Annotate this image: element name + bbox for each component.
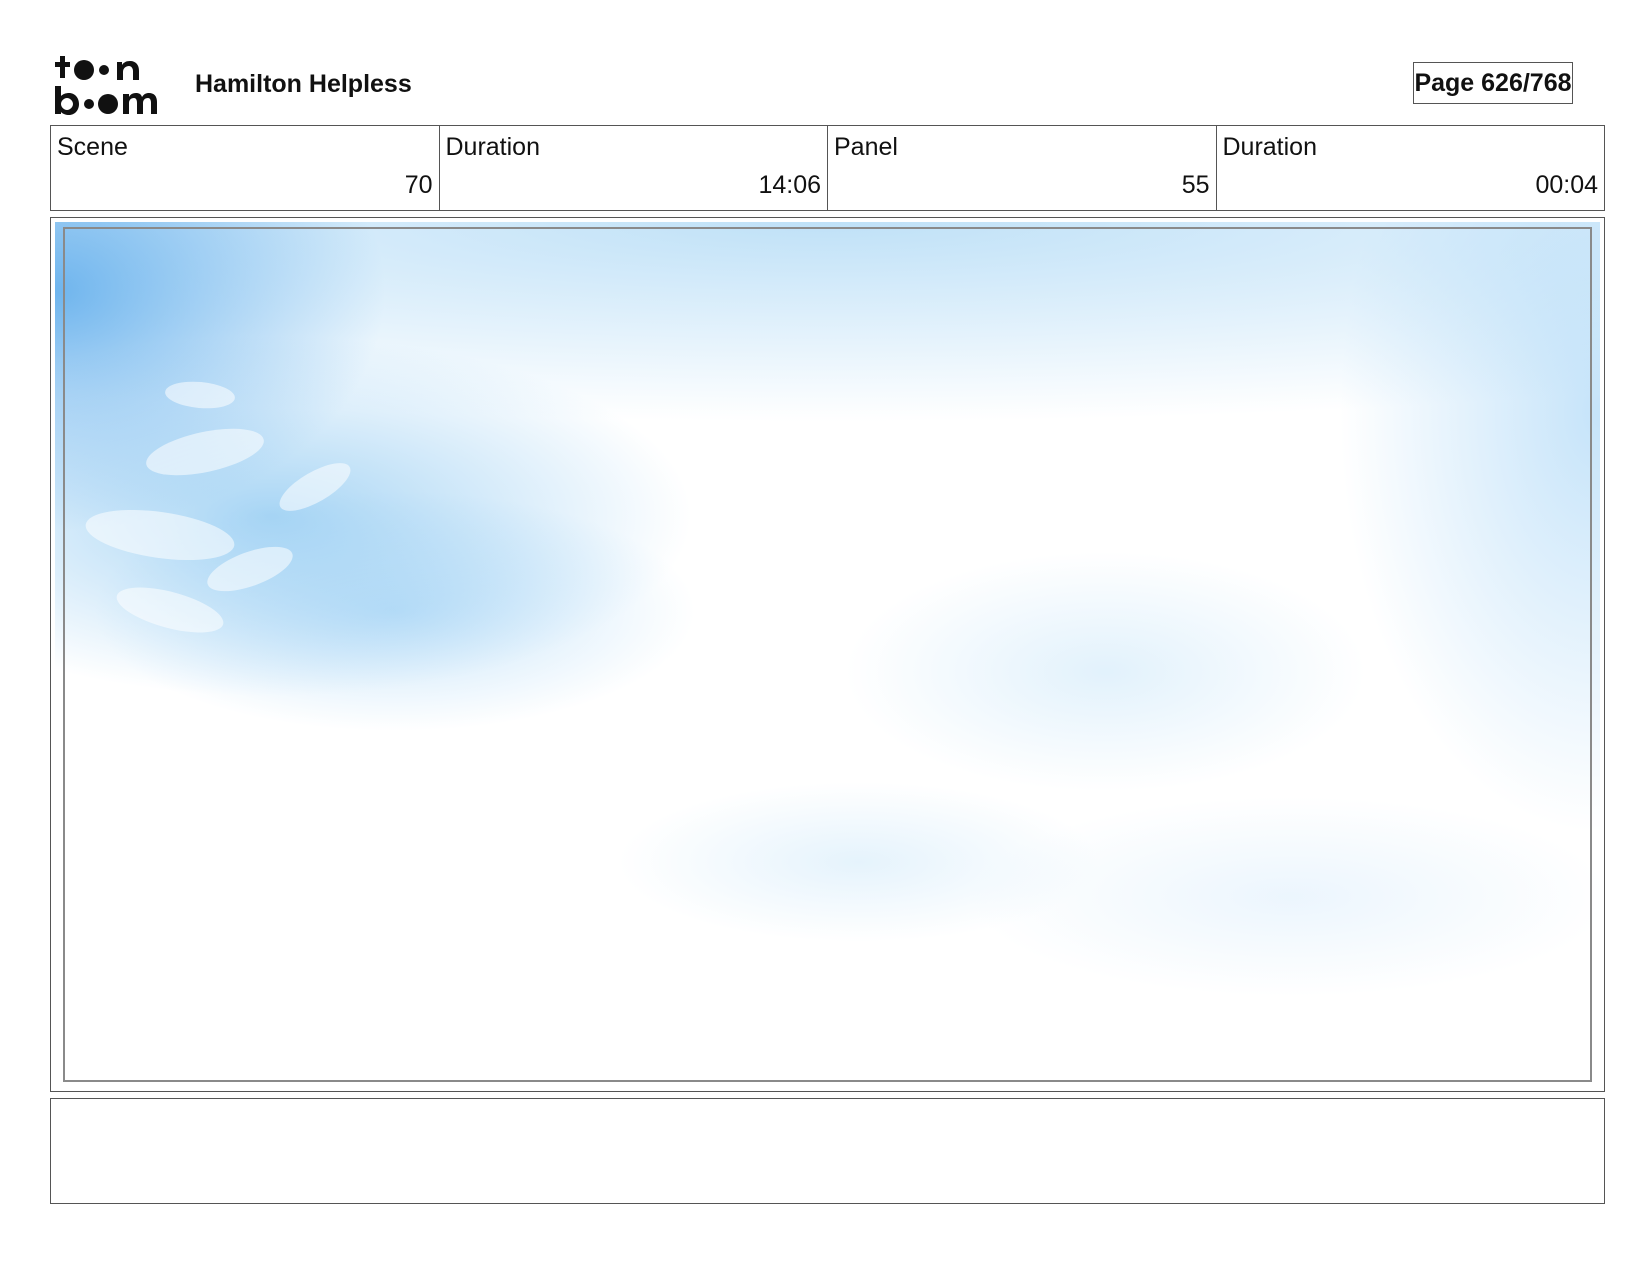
- leaf-shape: [82, 501, 238, 569]
- page-indicator: Page 626/768: [1413, 62, 1573, 104]
- panel-duration-value: 00:04: [1535, 171, 1598, 199]
- storyboard-panel-frame: [50, 217, 1605, 1092]
- scene-duration-label: Duration: [445, 133, 541, 161]
- leaf-shape: [272, 454, 358, 520]
- leaf-shape: [164, 378, 236, 412]
- panel-cell: Panel 55: [828, 126, 1217, 210]
- leaf-shape: [142, 419, 268, 485]
- scene-value: 70: [404, 171, 433, 199]
- scene-duration-cell: Duration 14:06: [440, 126, 828, 210]
- scene-duration-value: 14:06: [758, 171, 821, 199]
- panel-duration-label: Duration: [1222, 133, 1318, 161]
- scene-label: Scene: [57, 133, 128, 161]
- scene-cell: Scene 70: [51, 126, 440, 210]
- storyboard-panel-image: [55, 222, 1600, 1087]
- panel-duration-cell: Duration 00:04: [1217, 126, 1605, 210]
- panel-label: Panel: [834, 133, 898, 161]
- project-title: Hamilton Helpless: [195, 70, 412, 98]
- panel-caption-box: [50, 1098, 1605, 1204]
- panel-safe-area-border: [63, 227, 1592, 1082]
- panel-value: 55: [1181, 171, 1210, 199]
- toon-boom-logo: toon: [55, 56, 157, 115]
- scene-info-table: Scene 70 Duration 14:06 Panel 55 Duratio…: [50, 125, 1605, 211]
